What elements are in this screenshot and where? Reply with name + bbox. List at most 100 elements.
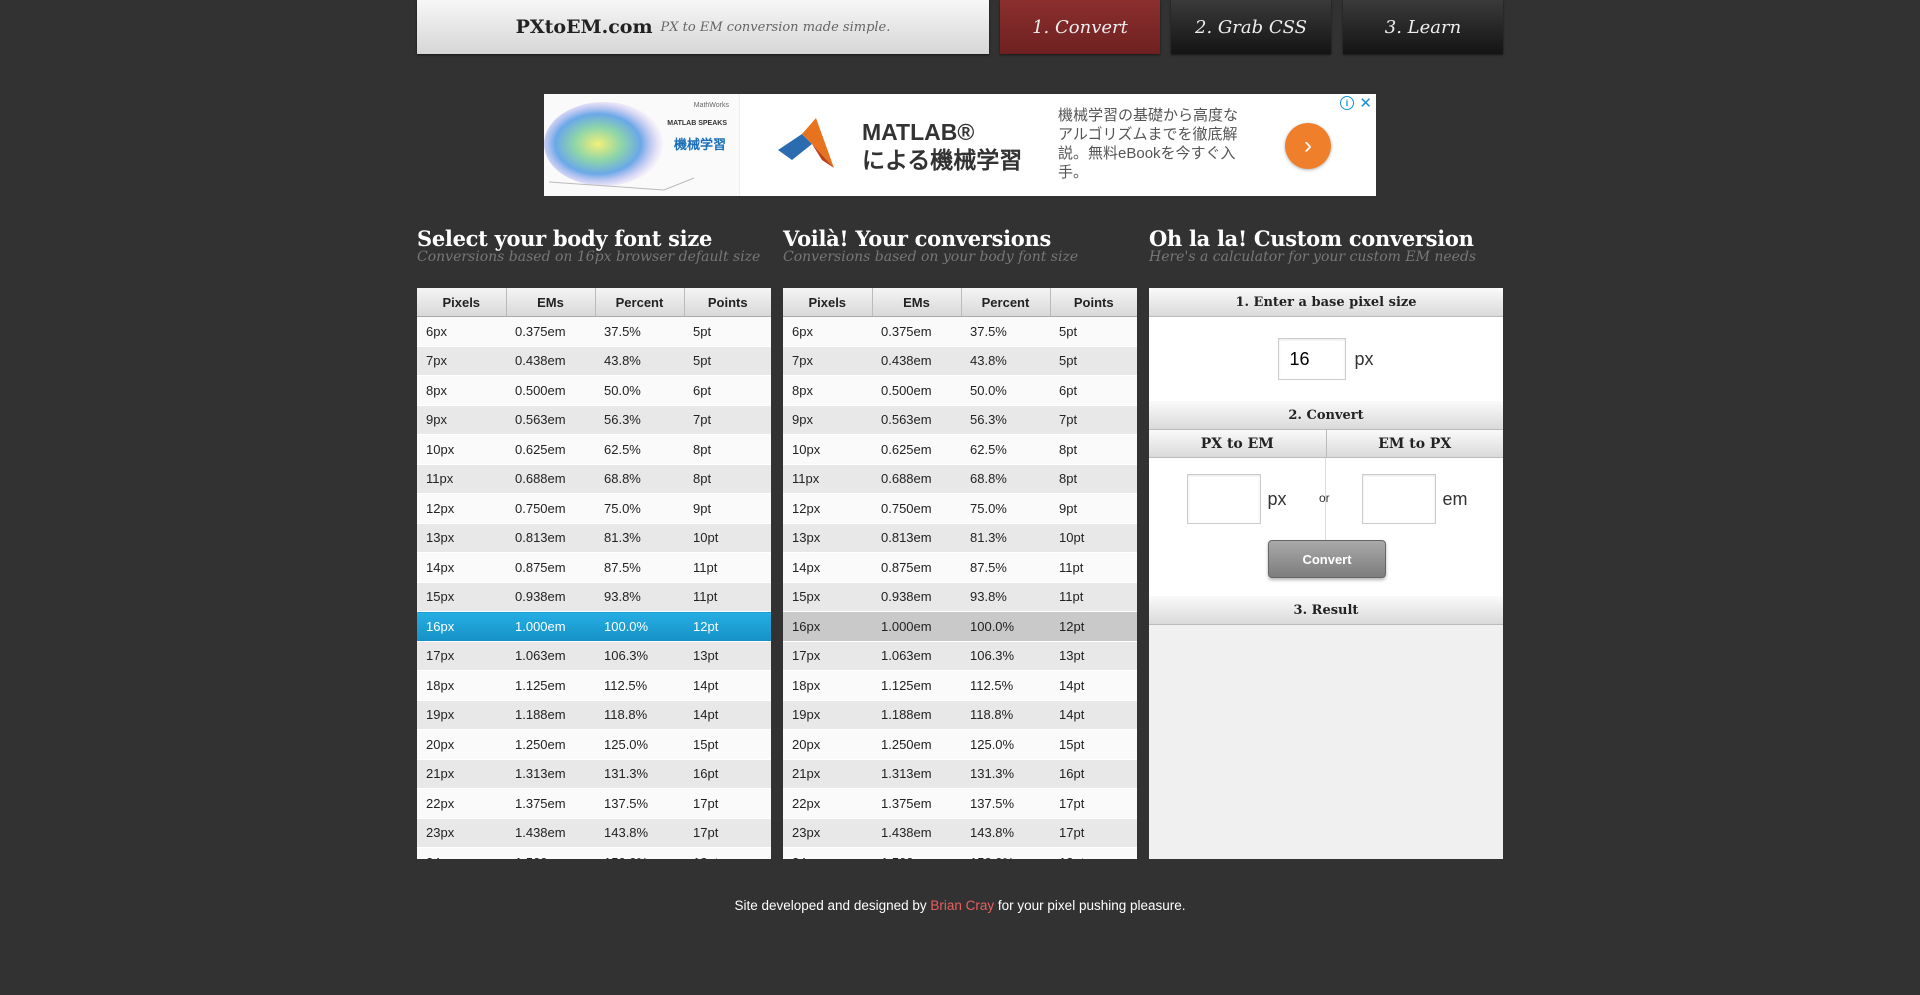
cell-points: 16pt	[1050, 759, 1137, 789]
table-row[interactable]: 20px 1.250em 125.0% 15pt	[417, 729, 771, 760]
px-input-group: px	[1149, 458, 1326, 540]
cell-pixels: 8px	[783, 375, 872, 406]
table-row[interactable]: 16px 1.000em 100.0% 12pt	[417, 611, 771, 642]
body-font-table: Pixels EMs Percent Points 6px 0.375em 37.5…	[417, 288, 771, 859]
ad-go-button[interactable]: ›	[1285, 123, 1331, 169]
cell-percent: 50.0%	[961, 375, 1050, 406]
cell-ems: 1.250em	[506, 729, 595, 760]
ad-info-icon[interactable]: i	[1340, 96, 1354, 110]
cell-points: 9pt	[1050, 493, 1137, 524]
table-row[interactable]: 10px 0.625em 62.5% 8pt	[417, 434, 771, 465]
cell-ems: 1.188em	[872, 700, 961, 730]
table-row[interactable]: 13px 0.813em 81.3% 10pt	[417, 523, 771, 553]
cell-pixels: 21px	[783, 759, 872, 789]
cell-pixels: 17px	[783, 641, 872, 671]
convert-button[interactable]: Convert	[1268, 540, 1386, 578]
cell-pixels: 7px	[783, 346, 872, 376]
conversions-subtitle: Conversions based on your body font size	[783, 249, 1079, 265]
ad-banner[interactable]: MathWorks MATLAB SPEAKS 機械学習 MATLAB® による…	[544, 94, 1376, 196]
table-row[interactable]: 24px1.500em150.0%18pt	[417, 847, 771, 859]
tab-learn[interactable]: 3. Learn	[1343, 0, 1503, 54]
ad-headline[interactable]: MATLAB® による機械学習	[862, 118, 1022, 174]
cell-points: 8pt	[1050, 434, 1137, 465]
cell-points: 8pt	[1050, 464, 1137, 494]
cell-points: 16pt	[684, 759, 771, 789]
cell-ems: 1.000em	[506, 611, 595, 642]
cell-points: 17pt	[684, 788, 771, 819]
em-input-group: em	[1327, 458, 1503, 540]
custom-conversion-panel: 1. Enter a base pixel size px 2. Convert…	[1149, 288, 1503, 859]
cell-points: 6pt	[1050, 375, 1137, 406]
base-pixel-input[interactable]	[1278, 338, 1347, 380]
cell-percent: 93.8%	[595, 582, 684, 612]
tab-convert[interactable]: 1. Convert	[1000, 0, 1160, 54]
table-row[interactable]: 22px 1.375em 137.5% 17pt	[417, 788, 771, 819]
cell-pixels: 23px	[783, 818, 872, 848]
cell-percent: 106.3%	[961, 641, 1050, 671]
cell-percent: 87.5%	[961, 552, 1050, 583]
tab-grab-css[interactable]: 2. Grab CSS	[1171, 0, 1331, 54]
table-row[interactable]: 12px 0.750em 75.0% 9pt	[417, 493, 771, 524]
cell-percent: 68.8%	[961, 464, 1050, 494]
conversions-table: Pixels EMs Percent Points 6px 0.375em 37.5…	[783, 288, 1137, 859]
cell-percent: 118.8%	[595, 700, 684, 730]
table-row[interactable]: 23px 1.438em 143.8% 17pt	[417, 818, 771, 848]
cell-points: 8pt	[684, 434, 771, 465]
body-font-subtitle: Conversions based on 16px browser defaul…	[417, 249, 761, 265]
cell-ems: 1.500em	[872, 847, 961, 859]
cell-points: 5pt	[1050, 346, 1137, 376]
step2-header: 2. Convert	[1149, 401, 1503, 430]
em-input[interactable]	[1362, 474, 1437, 524]
cell-pixels: 14px	[417, 552, 506, 583]
table-row: 7px 0.438em 43.8% 5pt	[783, 346, 1137, 376]
table-row: 14px 0.875em 87.5% 11pt	[783, 552, 1137, 583]
table-row[interactable]: 18px 1.125em 112.5% 14pt	[417, 670, 771, 701]
cell-points: 15pt	[684, 729, 771, 760]
table-row[interactable]: 15px 0.938em 93.8% 11pt	[417, 582, 771, 612]
table-row[interactable]: 19px 1.188em 118.8% 14pt	[417, 700, 771, 730]
cell-percent: 137.5%	[961, 788, 1050, 819]
logo-bar[interactable]: PXtoEM.com PX to EM conversion made simp…	[417, 0, 989, 54]
cell-pixels: 22px	[417, 788, 506, 819]
table-row: 8px 0.500em 50.0% 6pt	[783, 375, 1137, 406]
cell-pixels: 23px	[417, 818, 506, 848]
cell-points: 12pt	[684, 611, 771, 642]
table-row: 24px1.500em150.0%18pt	[783, 847, 1137, 859]
table-row[interactable]: 21px 1.313em 131.3% 16pt	[417, 759, 771, 789]
cell-pixels: 21px	[417, 759, 506, 789]
table-row: 16px 1.000em 100.0% 12pt	[783, 611, 1137, 642]
cell-pixels: 12px	[783, 493, 872, 524]
px-input[interactable]	[1187, 474, 1262, 524]
cell-points: 18pt	[684, 847, 771, 859]
table-row[interactable]: 7px 0.438em 43.8% 5pt	[417, 346, 771, 376]
cell-pixels: 6px	[783, 316, 872, 347]
cell-points: 13pt	[1050, 641, 1137, 671]
cell-pixels: 24px	[417, 847, 506, 859]
cell-percent: 118.8%	[961, 700, 1050, 730]
cell-points: 7pt	[1050, 405, 1137, 435]
table-row[interactable]: 14px 0.875em 87.5% 11pt	[417, 552, 771, 583]
table-row[interactable]: 11px 0.688em 68.8% 8pt	[417, 464, 771, 494]
cell-ems: 1.125em	[506, 670, 595, 701]
cell-percent: 56.3%	[961, 405, 1050, 435]
cell-ems: 0.750em	[872, 493, 961, 524]
author-link[interactable]: Brian Cray	[930, 898, 994, 913]
table-row[interactable]: 6px 0.375em 37.5% 5pt	[417, 316, 771, 347]
table-row[interactable]: 17px 1.063em 106.3% 13pt	[417, 641, 771, 671]
cell-percent: 43.8%	[595, 346, 684, 376]
table-row[interactable]: 9px 0.563em 56.3% 7pt	[417, 405, 771, 435]
ad-close-icon[interactable]: ✕	[1359, 94, 1372, 112]
site-logo[interactable]: PXtoEM.com	[516, 16, 653, 38]
cell-points: 11pt	[684, 552, 771, 583]
cell-points: 13pt	[684, 641, 771, 671]
table-row[interactable]: 8px 0.500em 50.0% 6pt	[417, 375, 771, 406]
body-font-section-head: Select your body font size Conversions b…	[417, 226, 760, 266]
cell-ems: 0.875em	[872, 552, 961, 583]
base-size-row: px	[1149, 317, 1503, 401]
cell-ems: 1.313em	[872, 759, 961, 789]
conversions-section-head: Voilà! Your conversions Conversions base…	[783, 226, 1078, 266]
table-row: 15px 0.938em 93.8% 11pt	[783, 582, 1137, 612]
cell-pixels: 15px	[417, 582, 506, 612]
cell-pixels: 11px	[417, 464, 506, 494]
table-row: 12px 0.750em 75.0% 9pt	[783, 493, 1137, 524]
